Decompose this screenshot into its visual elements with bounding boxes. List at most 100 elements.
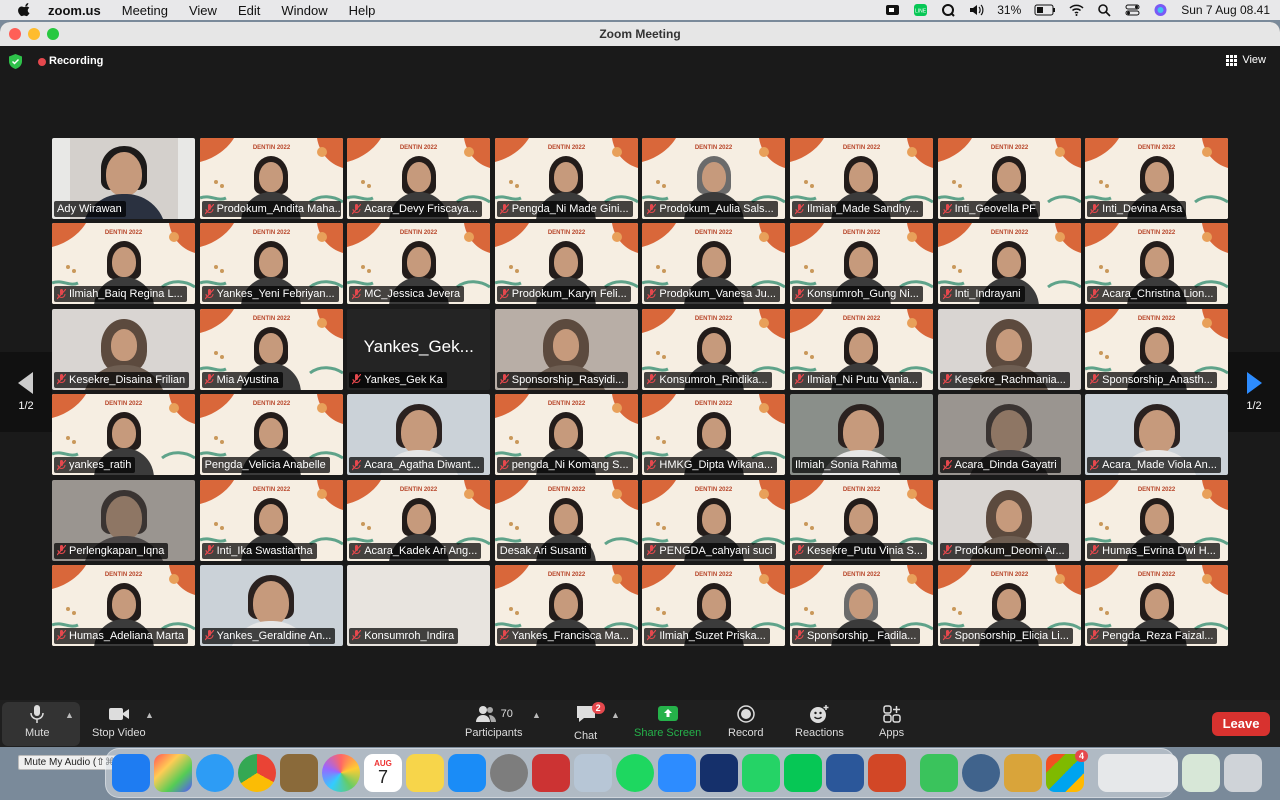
participant-tile[interactable]: Acara_Dinda Gayatri: [937, 394, 1081, 476]
participant-tile[interactable]: DENTIN 2022 Humas_Evrina Dwi H...: [1085, 479, 1229, 561]
launchpad-icon[interactable]: [154, 754, 192, 792]
menubar-datetime[interactable]: Sun 7 Aug 08.41: [1181, 3, 1270, 17]
app-store-icon[interactable]: [448, 754, 486, 792]
participant-tile[interactable]: DENTIN 2022 MC_Jessica Jevera: [347, 223, 491, 305]
safari-icon[interactable]: [196, 754, 234, 792]
participant-tile[interactable]: Kesekre_Disaina Frilian: [52, 308, 195, 390]
participant-tile[interactable]: DENTIN 2022 Ilmiah_Made Sandhy...: [789, 138, 933, 219]
microsoft-office-icon[interactable]: 4: [1046, 750, 1088, 792]
participant-tile[interactable]: Kesekre_Rachmania...: [937, 308, 1081, 390]
participant-tile[interactable]: DENTIN 2022 Yankes_Francisca Ma...: [494, 564, 638, 646]
line-icon[interactable]: LINE: [913, 3, 928, 17]
menu-window[interactable]: Window: [281, 3, 327, 18]
next-page-button[interactable]: 1/2: [1228, 352, 1280, 432]
participant-tile[interactable]: Konsumroh_Indira: [347, 564, 491, 646]
audio-options-caret[interactable]: ▲: [65, 710, 74, 720]
menu-view[interactable]: View: [189, 3, 217, 18]
participant-tile[interactable]: Acara_Agatha Diwant...: [347, 394, 491, 476]
participant-tile[interactable]: Perlengkapan_Iqna: [52, 479, 195, 561]
participant-tile[interactable]: Sponsorship_Rasyidi...: [494, 308, 638, 390]
quicktime-icon[interactable]: [962, 754, 1000, 792]
participant-tile[interactable]: DENTIN 2022 Inti_Indrayani: [937, 223, 1081, 305]
menu-app-name[interactable]: zoom.us: [48, 3, 101, 18]
participant-tile[interactable]: DENTIN 2022 Inti_Devina Arsa: [1085, 138, 1229, 219]
participant-tile[interactable]: DENTIN 2022 Prodokum_Aulia Sals...: [642, 138, 786, 219]
leave-button[interactable]: Leave: [1212, 712, 1270, 736]
participant-tile[interactable]: DENTIN 2022 pengda_Ni Komang S...: [494, 394, 638, 476]
preview-icon[interactable]: [280, 754, 318, 792]
participant-tile[interactable]: DENTIN 2022 Sponsorship_Elicia Li...: [937, 564, 1081, 646]
wifi-icon[interactable]: [1069, 3, 1084, 17]
participant-tile[interactable]: DENTIN 2022 Prodokum_Andita Maha...: [199, 138, 343, 219]
zoom-icon[interactable]: [658, 754, 696, 792]
participant-tile[interactable]: DENTIN 2022 Ilmiah_Baiq Regina L...: [52, 223, 195, 305]
recent-windows-icon[interactable]: [1098, 754, 1178, 792]
whatsapp-icon[interactable]: [742, 754, 780, 792]
close-window-button[interactable]: [9, 28, 21, 40]
participant-tile[interactable]: DENTIN 2022 Pengda_Ni Made Gini...: [494, 138, 638, 219]
previous-page-button[interactable]: 1/2: [0, 352, 52, 432]
control-center-icon[interactable]: [1125, 3, 1140, 17]
chat-button[interactable]: 2 Chat: [574, 702, 605, 742]
word-icon[interactable]: [826, 754, 864, 792]
trash-icon[interactable]: [1224, 754, 1262, 792]
participant-tile[interactable]: DENTIN 2022 Inti_Ika Swastiartha: [199, 479, 343, 561]
notes-icon[interactable]: [406, 754, 444, 792]
participant-tile[interactable]: DENTIN 2022 Yankes_Yeni Febriyan...: [199, 223, 343, 305]
recording-label[interactable]: Recording: [49, 55, 103, 67]
photo-booth-icon[interactable]: [532, 754, 570, 792]
line-app-icon[interactable]: [784, 754, 822, 792]
participant-tile[interactable]: DENTIN 2022 Acara_Kadek Ari Ang...: [347, 479, 491, 561]
participant-tile[interactable]: DENTIN 2022 Pengda_Reza Faizal...: [1085, 564, 1229, 646]
participant-tile[interactable]: DENTIN 2022 Konsumroh_Rindika...: [642, 308, 786, 390]
photos-icon[interactable]: [322, 754, 360, 792]
share-screen-button[interactable]: Share Screen: [634, 704, 701, 739]
siri-icon[interactable]: [1153, 3, 1168, 17]
image-capture-icon[interactable]: [574, 754, 612, 792]
reactions-button[interactable]: Reactions: [795, 704, 844, 739]
record-button[interactable]: Record: [728, 704, 763, 739]
archive-utility-icon[interactable]: [1004, 754, 1042, 792]
spotify-icon[interactable]: [616, 754, 654, 792]
participant-tile[interactable]: DENTIN 2022 Mia Ayustina: [199, 308, 343, 390]
mute-button[interactable]: Mute: [25, 704, 49, 739]
participant-tile[interactable]: DENTIN 2022 Sponsorship_ Fadila...: [789, 564, 933, 646]
powerpoint-icon[interactable]: [868, 754, 906, 792]
participants-options-caret[interactable]: ▲: [532, 710, 541, 720]
participant-tile[interactable]: DENTIN 2022 Humas_Adeliana Marta: [52, 564, 195, 646]
participant-tile[interactable]: DENTIN 2022 Ilmiah_Suzet Priska...: [642, 564, 786, 646]
participant-tile[interactable]: DENTIN 2022 Ilmiah_Ni Putu Vania...: [789, 308, 933, 390]
participant-tile[interactable]: DENTIN 2022 Prodokum_Karyn Feli...: [494, 223, 638, 305]
participants-button[interactable]: 70 Participants: [465, 704, 522, 739]
view-button[interactable]: View: [1226, 54, 1266, 66]
chrome-icon[interactable]: [238, 754, 276, 792]
participant-tile[interactable]: DENTIN 2022 PENGDA_cahyani suci: [642, 479, 786, 561]
participant-tile[interactable]: DENTIN 2022 Konsumroh_Gung Ni...: [789, 223, 933, 305]
battery-icon[interactable]: [1034, 3, 1056, 17]
zoom-status-icon[interactable]: [885, 3, 900, 17]
participant-tile[interactable]: DENTIN 2022 Desak Ari Susanti: [494, 479, 638, 561]
volume-icon[interactable]: [969, 3, 984, 17]
chat-options-caret[interactable]: ▲: [611, 710, 620, 720]
participant-tile[interactable]: DENTIN 2022 Sponsorship_Anasth...: [1085, 308, 1229, 390]
menu-meeting[interactable]: Meeting: [122, 3, 168, 18]
spotlight-icon[interactable]: [1097, 3, 1112, 17]
encryption-shield-icon[interactable]: [9, 54, 22, 69]
zoom-window-button[interactable]: [47, 28, 59, 40]
facetime-icon[interactable]: [920, 754, 958, 792]
participant-tile[interactable]: Ilmiah_Sonia Rahma: [789, 394, 933, 476]
participant-tile[interactable]: DENTIN 2022 Prodokum_Vanesa Ju...: [642, 223, 786, 305]
finder-icon[interactable]: [112, 754, 150, 792]
minimize-window-button[interactable]: [28, 28, 40, 40]
menu-edit[interactable]: Edit: [238, 3, 260, 18]
search-status-icon[interactable]: [941, 3, 956, 17]
menu-help[interactable]: Help: [349, 3, 376, 18]
participant-tile[interactable]: DENTIN 2022 HMKG_Dipta Wikana...: [642, 394, 786, 476]
downloads-stack-icon[interactable]: [1182, 754, 1220, 792]
participant-tile[interactable]: Ady Wirawan: [52, 138, 195, 219]
participant-tile[interactable]: Yankes_Geraldine An...: [199, 564, 343, 646]
participant-tile[interactable]: DENTIN 2022 Acara_Devy Friscaya...: [347, 138, 491, 219]
participant-tile[interactable]: DENTIN 2022 Kesekre_Putu Vinia S...: [789, 479, 933, 561]
participant-tile[interactable]: Acara_Made Viola An...: [1085, 394, 1229, 476]
webex-icon[interactable]: [700, 754, 738, 792]
